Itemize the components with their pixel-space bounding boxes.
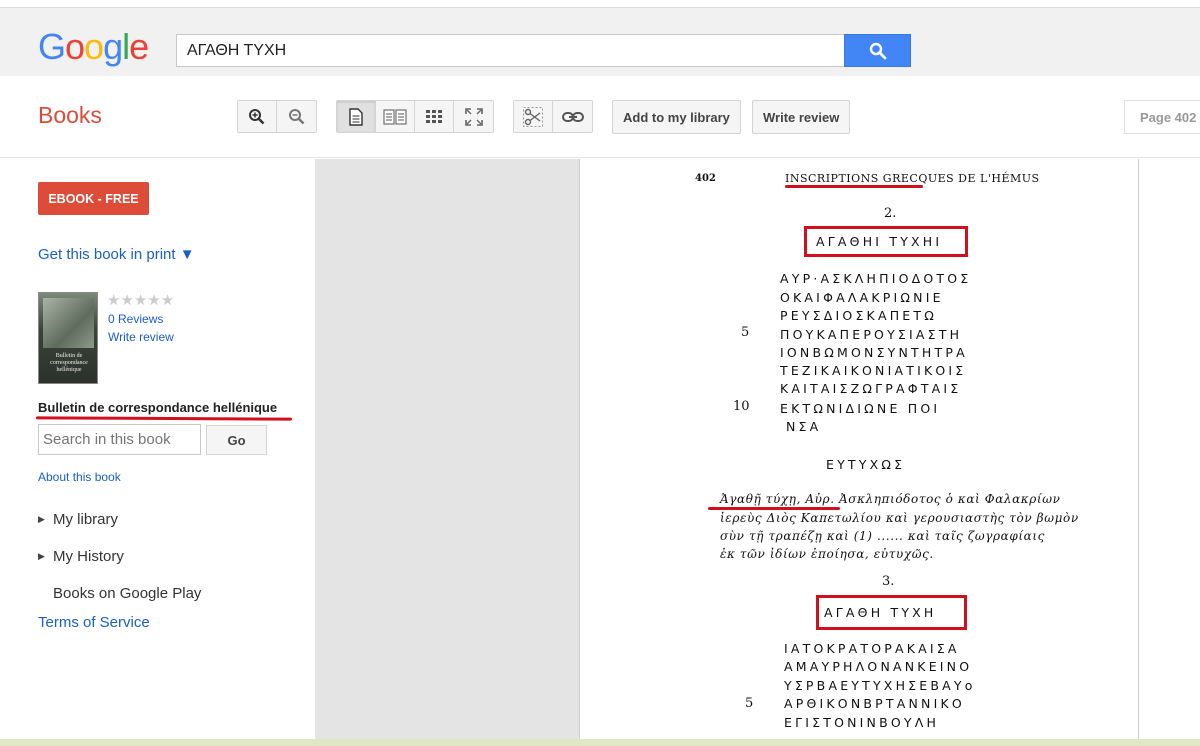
terms-of-service-link[interactable]: Terms of Service: [38, 614, 150, 631]
inscription-heading: ΑΓΑΘΗΙ ΤΥΧΗΙ: [816, 234, 943, 249]
section-number: 3.: [882, 574, 895, 589]
search-button[interactable]: [844, 34, 911, 67]
inscription-line: ΥΣΡΒΑΕΥΤΥΧΗΣΕΒΑΥο: [784, 678, 976, 693]
inscription-line: ΙΑΤΟΚΡΑΤΟΡΑΚΑΙΣΑ: [784, 641, 960, 656]
inscription-line: ΡΕΥΣΔΙΟΣΚΑΠΕΤΩ: [780, 308, 937, 323]
books-title[interactable]: Books: [38, 102, 102, 129]
inscription-line: ΕΓΙΣΤΟΝΙΝΒΟΥΛΗ: [784, 715, 940, 730]
cover-relief-image: [43, 298, 94, 348]
my-library-label: My library: [53, 511, 119, 528]
zoom-in-button[interactable]: [238, 101, 277, 132]
clip-link-group: [513, 100, 593, 133]
go-button[interactable]: Go: [206, 425, 267, 455]
books-toolbar: Books Add to my library Write review Pag…: [0, 76, 1200, 158]
red-underline-annotation: [35, 416, 293, 421]
zoom-out-icon: [288, 108, 304, 124]
taskbar-edge: [0, 739, 1200, 746]
inscription-word: ΕΥΤΥΧΩΣ: [826, 457, 906, 472]
fullscreen-button[interactable]: [454, 101, 493, 132]
write-review-button[interactable]: Write review: [752, 100, 851, 134]
line-number: 5: [745, 696, 754, 711]
book-title: Bulletin de correspondance hellénique: [38, 400, 278, 415]
write-review-link[interactable]: Write review: [108, 330, 174, 344]
inscription-line: ΑΥΡ·ΑΣΚΛΗΠΙΟΔΟΤΟΣ: [780, 271, 972, 286]
inscription-line: ΝΣΑ: [786, 419, 822, 434]
search-in-book-input[interactable]: [38, 424, 201, 455]
inscription-line: ΕΚΤΩΝΙΔΙΩΝΕ ΠΟΙ: [780, 401, 941, 416]
search-input[interactable]: [176, 34, 846, 67]
search-header: Google: [0, 0, 1200, 76]
zoom-out-button[interactable]: [277, 101, 316, 132]
page-number: 402: [695, 173, 716, 184]
thumbnail-view-button[interactable]: [415, 101, 454, 132]
line-number: 10: [733, 399, 750, 414]
logo-letter: G: [38, 26, 66, 67]
single-page-view-button[interactable]: [337, 101, 376, 132]
next-page-edge: [1139, 159, 1200, 746]
books-on-play-item[interactable]: Books on Google Play: [38, 585, 201, 602]
transcription-line: ἱερεὺς Διὸς Καπετωλίου καὶ γερουσιαστὴς …: [720, 511, 1079, 525]
top-divider: [0, 7, 1200, 8]
logo-letter: l: [122, 26, 130, 67]
two-page-view-button[interactable]: [376, 101, 415, 132]
zoom-group: [237, 100, 317, 133]
transcription-line: σὺν τῇ τραπέζῃ καὶ (1) ...... καὶ ταῖς ζ…: [720, 529, 1046, 543]
books-on-play-label: Books on Google Play: [53, 585, 202, 602]
book-viewer[interactable]: 402 INSCRIPTIONS GRECQUES DE L'HÉMUS 2. …: [315, 159, 1200, 746]
view-mode-group: [336, 100, 494, 133]
inscription-line: ΚΑΙΤΑΙΣΖΩΓΡΑΦΤΑΙΣ: [780, 381, 962, 396]
section-number: 2.: [884, 206, 897, 221]
add-to-library-button[interactable]: Add to my library: [612, 100, 741, 134]
scissors-icon: [523, 106, 543, 127]
logo-letter: g: [103, 26, 123, 67]
cover-title: Bulletin de correspondance hellénique: [50, 353, 88, 373]
my-history-item[interactable]: ▶ My History: [38, 548, 124, 565]
two-page-icon: [383, 109, 407, 124]
red-underline-annotation: [708, 507, 840, 510]
sidebar: EBOOK - FREE Get this book in print ▼ Bu…: [0, 159, 315, 746]
search-icon: [869, 42, 886, 59]
book-page: 402 INSCRIPTIONS GRECQUES DE L'HÉMUS 2. …: [579, 159, 1139, 746]
inscription-line: ΤΕΖΙΚΑΙΚΟΝΙΑΤΙΚΟΙΣ: [780, 363, 967, 378]
transcription-line: Ἀγαθῇ τύχῃ, Αὐρ. Ἀσκληπιόδοτος ὁ καὶ Φαλ…: [720, 492, 1061, 506]
page-header: INSCRIPTIONS GRECQUES DE L'HÉMUS: [785, 172, 1040, 185]
red-underline-annotation: [785, 185, 923, 188]
inscription-line: ΑΡΘΙΚΟΝΒΡΤΑΝΝΙΚΟ: [784, 696, 965, 711]
single-page-icon: [349, 107, 363, 126]
link-icon: [561, 111, 584, 122]
page-number-input[interactable]: Page 402: [1124, 100, 1200, 134]
about-book-link[interactable]: About this book: [38, 470, 121, 484]
my-history-label: My History: [53, 548, 124, 565]
zoom-in-icon: [249, 108, 265, 124]
ebook-free-button[interactable]: EBOOK - FREE: [38, 182, 149, 215]
inscription-line: ΟΚΑΙΦΑΛΑΚΡΙΩΝΙΕ: [780, 290, 944, 305]
inscription-line: ΑΜΑΥΡΗΛΟΝΑΝΚΕΙΝΟ: [784, 659, 973, 674]
expand-triangle-icon: ▶: [38, 514, 45, 524]
logo-letter: o: [65, 26, 85, 67]
transcription-line: ἐκ τῶν ἰδίων ἐποίησα, εὐτυχῶς.: [720, 547, 934, 561]
my-library-item[interactable]: ▶ My library: [38, 511, 118, 528]
google-logo[interactable]: Google: [38, 26, 149, 68]
link-button[interactable]: [553, 101, 592, 132]
logo-letter: o: [84, 26, 104, 67]
rating-stars[interactable]: ★★★★★: [107, 291, 174, 309]
logo-letter: e: [129, 26, 149, 67]
inscription-line: ΠΟΥΚΑΠΕΡΟΥΣΙΑΣΤΗ: [780, 327, 963, 342]
book-cover[interactable]: Bulletin de correspondance hellénique: [38, 292, 98, 384]
expand-triangle-icon: ▶: [38, 551, 45, 561]
line-number: 5: [741, 325, 750, 340]
reviews-link[interactable]: 0 Reviews: [108, 312, 163, 326]
clip-button[interactable]: [514, 101, 553, 132]
grid-icon: [426, 109, 442, 123]
inscription-heading: ΑΓΑΘΗ ΤΥΧΗ: [824, 605, 937, 620]
fullscreen-icon: [464, 107, 483, 126]
inscription-line: ΙΟΝΒΩΜΟΝΣΥΝΤΗΤΡΑ: [780, 345, 968, 360]
get-print-link[interactable]: Get this book in print ▼: [38, 246, 195, 263]
